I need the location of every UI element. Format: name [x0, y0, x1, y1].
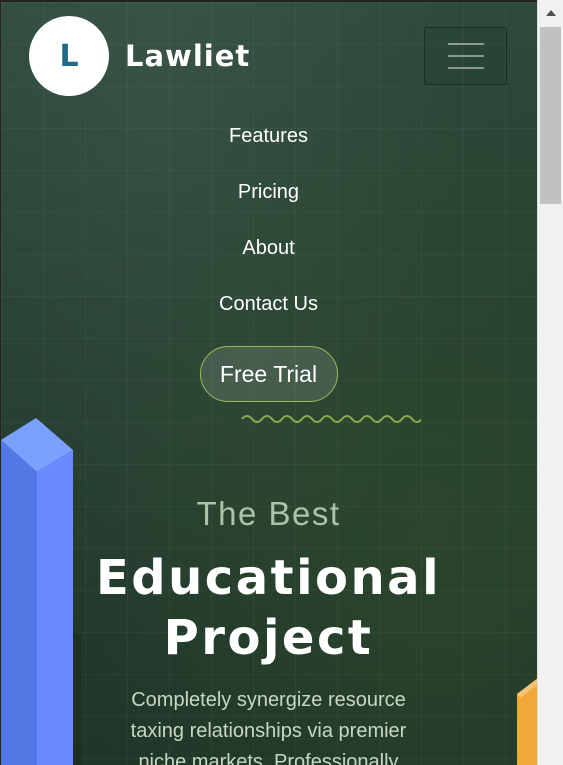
hero-title-line-1: Educational [95, 550, 442, 606]
free-trial-button[interactable]: Free Trial [199, 346, 338, 402]
vertical-scrollbar[interactable] [537, 0, 563, 765]
hamburger-icon [447, 43, 484, 45]
logo-badge: L [29, 16, 109, 96]
hero-subtitle: The Best [196, 495, 341, 532]
scroll-up-arrow-icon[interactable] [538, 4, 563, 22]
hamburger-icon-bar-3 [447, 67, 484, 69]
squiggle-decoration [241, 415, 421, 423]
hamburger-icon-bar-2 [447, 55, 484, 57]
hero-description: Completely synergize resource taxing rel… [130, 689, 407, 765]
main-nav: Features Pricing About Contact Us Free T… [1, 120, 536, 402]
brand-logo[interactable]: L Lawliet [29, 16, 250, 96]
nav-item-features[interactable]: Features [229, 120, 308, 176]
hero-title-line-2: Project [163, 610, 374, 666]
nav-item-about[interactable]: About [242, 232, 294, 288]
orange-block-decoration [517, 678, 537, 765]
nav-item-pricing[interactable]: Pricing [238, 176, 299, 232]
logo-text: Lawliet [125, 39, 251, 73]
page-viewport: L Lawliet Features Pricing About Contact… [0, 0, 537, 765]
menu-toggle-button[interactable] [424, 27, 507, 85]
hero-title: Educational Project [1, 548, 536, 668]
scrollbar-thumb[interactable] [540, 27, 561, 204]
nav-item-contact-us[interactable]: Contact Us [219, 288, 318, 344]
